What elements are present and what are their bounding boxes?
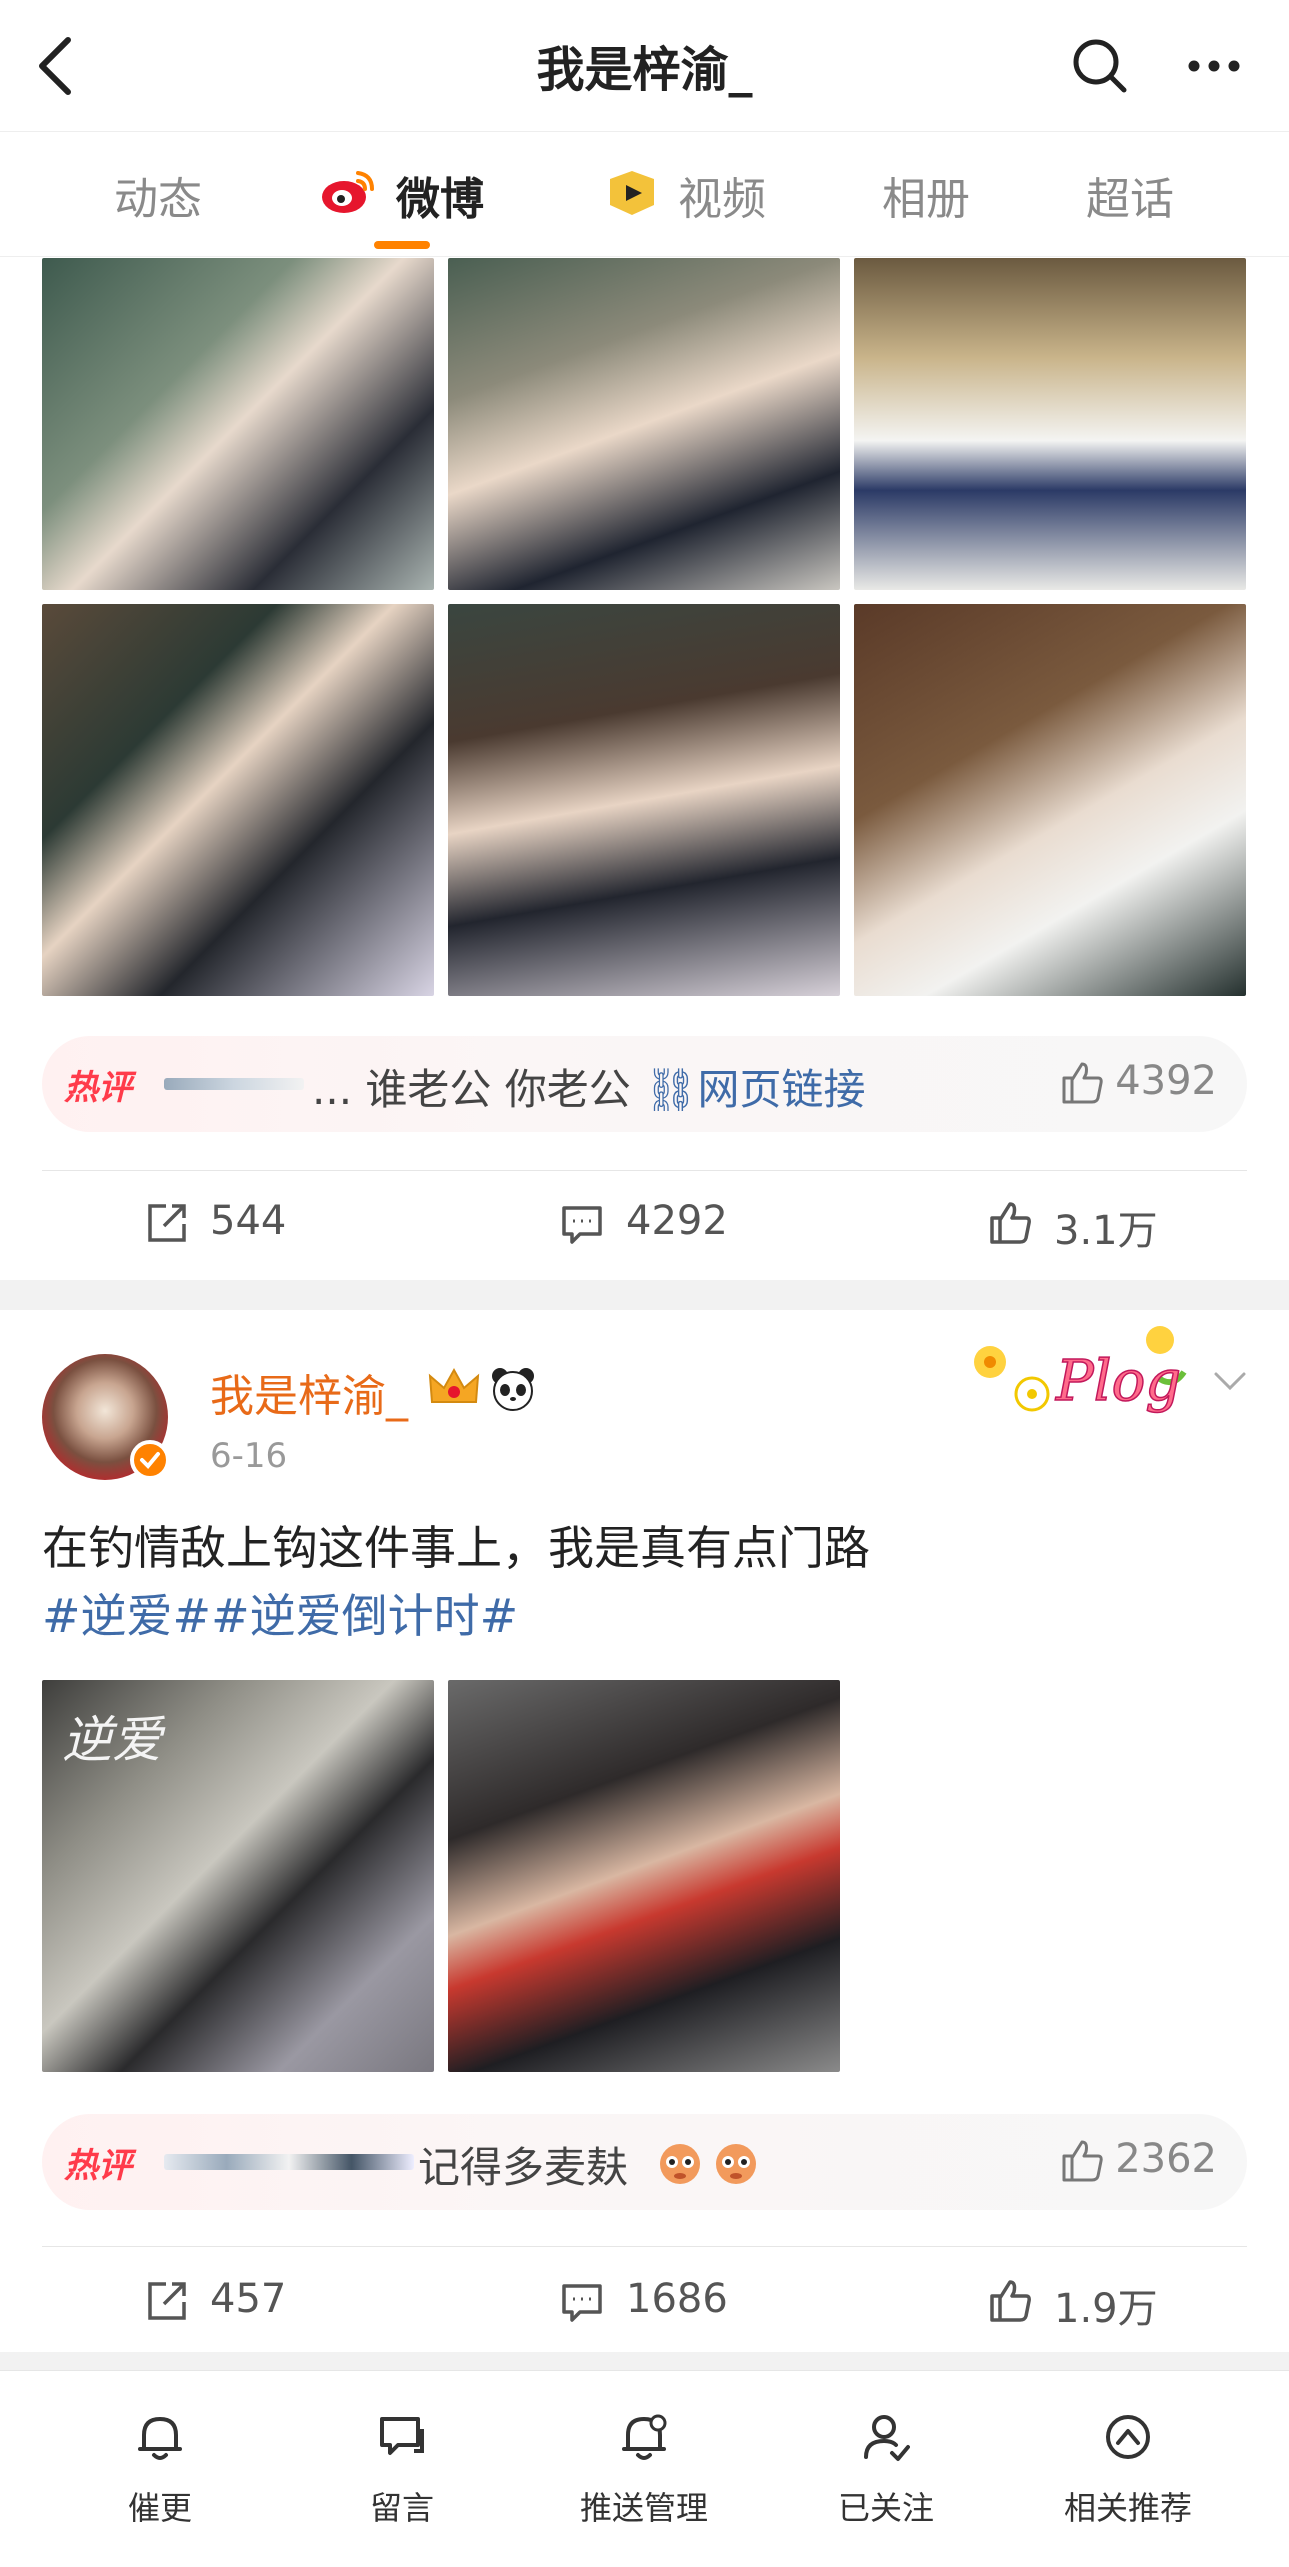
- post-photo[interactable]: [42, 604, 434, 996]
- repost-icon[interactable]: [146, 2280, 188, 2322]
- nav-urge-update[interactable]: 催更: [40, 2371, 280, 2567]
- recommend-icon: [1104, 2411, 1152, 2463]
- tab-video[interactable]: 视频: [678, 163, 766, 227]
- feed-separator: [0, 2352, 1289, 2370]
- user-check-icon: [862, 2411, 910, 2463]
- nav-recommendations[interactable]: 相关推荐: [1008, 2371, 1248, 2567]
- search-icon[interactable]: [1070, 36, 1130, 96]
- video-icon: [604, 169, 660, 217]
- post-date: 6-16: [210, 1436, 288, 1476]
- post-text: 在钓情敌上钩这件事上，我是真有点门路: [42, 1521, 870, 1575]
- nav-following[interactable]: 已关注: [766, 2371, 1006, 2567]
- hot-comment-likes: 4392: [1115, 1058, 1217, 1104]
- nav-push-settings[interactable]: 推送管理: [524, 2371, 764, 2567]
- hot-comment-tag: 热评: [64, 2146, 132, 2186]
- repost-icon[interactable]: [146, 1202, 188, 1244]
- crown-badge-icon: [426, 1366, 482, 1410]
- plog-badge: Plog: [960, 1316, 1200, 1426]
- blurred-username: [164, 2154, 414, 2170]
- like-icon[interactable]: [986, 1198, 1034, 1246]
- hot-comment[interactable]: 热评 记得多麦麸 2362: [42, 2114, 1247, 2210]
- bottom-nav: 催更 留言 推送管理 已关注 相关推荐: [0, 2370, 1289, 2567]
- hot-comment-tag: 热评: [64, 1068, 132, 1108]
- comment-icon[interactable]: [560, 1204, 604, 1244]
- weibo-logo-icon: [320, 167, 378, 217]
- hot-comment-likes: 2362: [1115, 2136, 1217, 2182]
- web-link[interactable]: 网页链接: [697, 1065, 865, 1114]
- post-photo[interactable]: [448, 258, 840, 590]
- app-root: 我是梓渝_ 动态 微博 视频 相册 超话 热评 ... 谁老公 你老公 ⛓网页链…: [0, 0, 1289, 2567]
- hot-comment-text: ... 谁老公 你老公 ⛓网页链接: [312, 1065, 866, 1114]
- post-photo[interactable]: [448, 1680, 840, 2072]
- hot-comment[interactable]: 热评 ... 谁老公 你老公 ⛓网页链接 4392: [42, 1036, 1247, 1132]
- blurred-username: [164, 1078, 304, 1090]
- like-icon[interactable]: [986, 2276, 1034, 2324]
- divider: [42, 2246, 1247, 2247]
- emoji-icon: [654, 2136, 706, 2188]
- message-icon: [378, 2411, 426, 2463]
- comment-count[interactable]: 1686: [626, 2276, 728, 2322]
- post-username[interactable]: 我是梓渝_: [210, 1360, 408, 1424]
- tab-album[interactable]: 相册: [882, 163, 970, 227]
- feed-separator: [0, 1280, 1289, 1310]
- comment-icon[interactable]: [560, 2282, 604, 2322]
- bell-icon: [136, 2411, 184, 2463]
- bell-settings-icon: [620, 2411, 668, 2463]
- post-photo[interactable]: 逆爱: [42, 1680, 434, 2072]
- verified-badge-icon: [130, 1440, 170, 1480]
- chevron-down-icon[interactable]: [1212, 1370, 1248, 1394]
- repost-count[interactable]: 457: [210, 2276, 286, 2322]
- post-photo[interactable]: [42, 258, 434, 590]
- post-hashtags[interactable]: #逆爱##逆爱倒计时#: [42, 1580, 518, 1646]
- post-photo[interactable]: [448, 604, 840, 996]
- image-watermark: 逆爱: [62, 1711, 162, 1769]
- nav-message[interactable]: 留言: [282, 2371, 522, 2567]
- plog-text: Plog: [1055, 1349, 1181, 1414]
- tab-feed[interactable]: 动态: [114, 163, 202, 227]
- tab-weibo[interactable]: 微博: [396, 163, 484, 227]
- hot-comment-text: 记得多麦麸: [418, 2143, 629, 2192]
- link-icon: ⛓: [644, 1065, 698, 1114]
- like-count[interactable]: 3.1万: [1054, 1198, 1158, 1256]
- tab-super-topic[interactable]: 超话: [1086, 163, 1174, 227]
- more-icon[interactable]: [1186, 56, 1242, 76]
- post-photo[interactable]: [854, 604, 1246, 996]
- thumbs-up-icon[interactable]: [1058, 2136, 1106, 2184]
- repost-count[interactable]: 544: [210, 1198, 286, 1244]
- comment-count[interactable]: 4292: [626, 1198, 728, 1244]
- emoji-icon: [710, 2136, 762, 2188]
- thumbs-up-icon[interactable]: [1058, 1058, 1106, 1106]
- post-photo[interactable]: [854, 258, 1246, 590]
- profile-tabs: 动态 微博 视频 相册 超话: [0, 133, 1289, 257]
- like-count[interactable]: 1.9万: [1054, 2276, 1158, 2334]
- active-tab-indicator: [374, 241, 430, 249]
- divider: [42, 1170, 1247, 1171]
- panda-badge-icon: [490, 1366, 536, 1412]
- top-bar: 我是梓渝_: [0, 0, 1289, 132]
